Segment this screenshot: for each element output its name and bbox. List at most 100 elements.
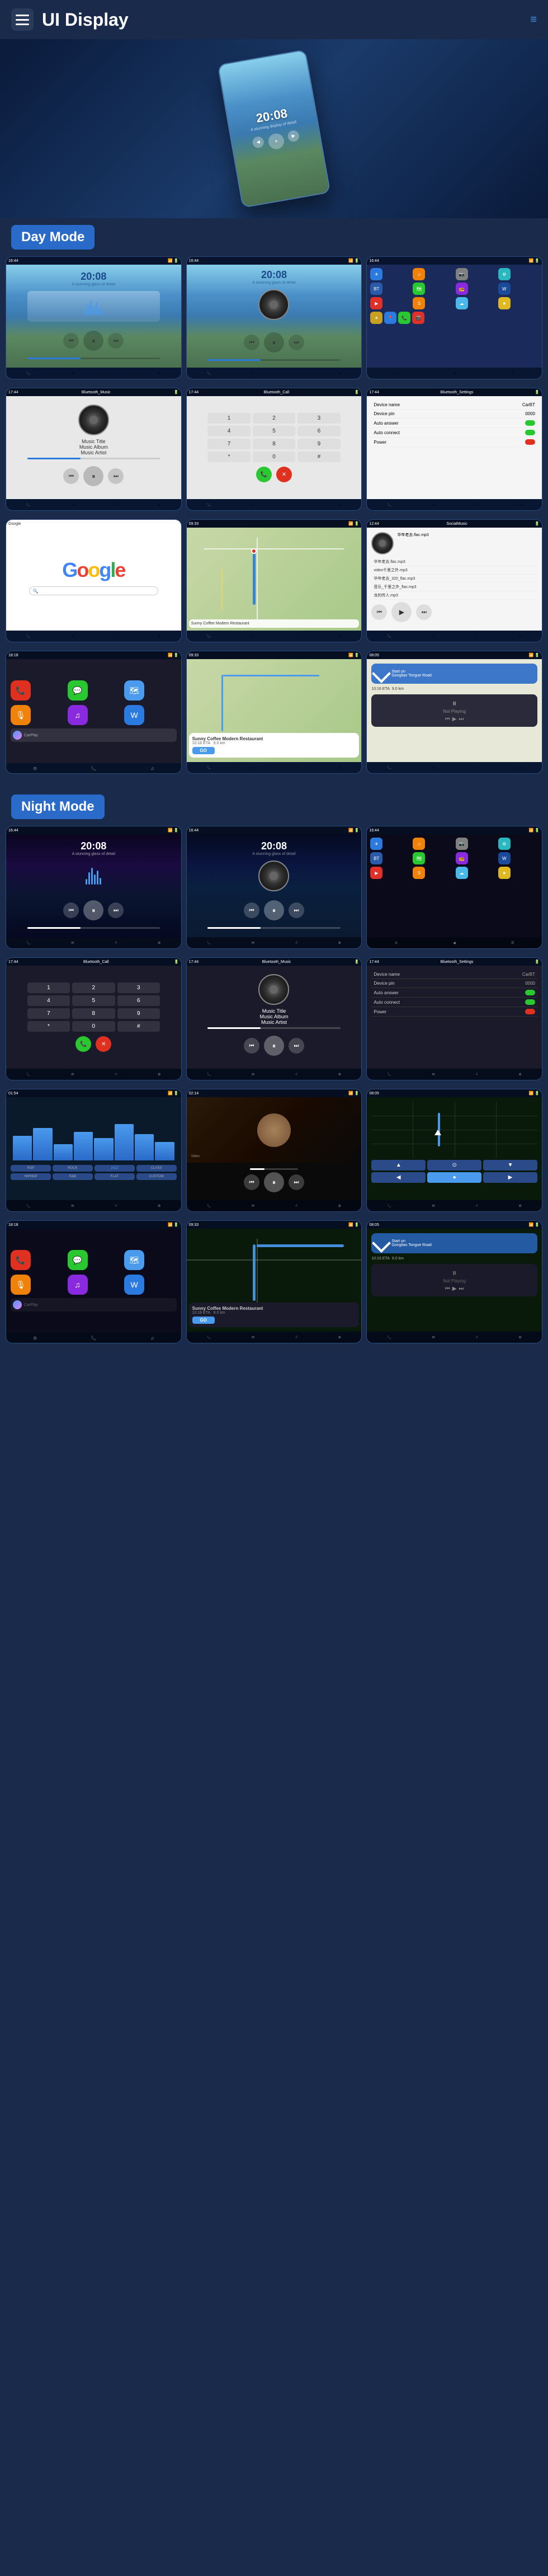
night-play-1[interactable]: ⏸ [83, 900, 103, 920]
bt-next[interactable]: ⏭ [108, 468, 124, 484]
night-eq-screen[interactable]: 01:54 📶 🔋 POP ROCK [6, 1089, 182, 1212]
night-app-youtube[interactable]: ▶ [370, 867, 382, 879]
dial-4[interactable]: 4 [207, 426, 250, 436]
night-bottom-1[interactable]: 📞 ✉ ♫ ⚙ [6, 937, 181, 948]
app-radio[interactable]: 📻 [456, 283, 468, 295]
night-nav-up[interactable]: ▲ [371, 1160, 426, 1171]
call-btn[interactable]: 📞 [256, 467, 272, 482]
eq-btn-5[interactable]: HIPHOP [11, 1173, 51, 1180]
night-ios-waze[interactable]: W [124, 1275, 144, 1295]
day-nav-screen[interactable]: 08:05 📶 🔋 Start on Gongliao Tongue Road … [366, 651, 542, 774]
dial-1[interactable]: 1 [207, 413, 250, 424]
nav-menu[interactable]: ☰ [511, 372, 514, 375]
night-app-waze[interactable]: W [498, 852, 511, 864]
night-nav-detail-screen[interactable]: 09:33 📶 🔋 Sunny Coffee Modern Restaurant… [186, 1220, 362, 1343]
eq-btn-1[interactable]: POP [11, 1165, 51, 1172]
nav-item-music-2[interactable]: ♫ [295, 372, 298, 375]
dial-3[interactable]: 3 [297, 413, 340, 424]
app-waze[interactable]: W [498, 283, 511, 295]
eq-bottom[interactable]: 📞 ✉ ♫ ⚙ [6, 1200, 181, 1211]
night-dial-star[interactable]: * [27, 1021, 70, 1032]
app-settings[interactable]: ⚙ [498, 268, 511, 280]
auto-answer-toggle[interactable] [525, 420, 535, 426]
carplay-now[interactable]: ♫ [150, 766, 154, 771]
night-app-telegram[interactable]: ✈ [370, 838, 382, 850]
social-prev[interactable]: ⏮ [371, 604, 387, 620]
nav-item-phone-2[interactable]: 📞 [207, 372, 211, 375]
night-nav-left[interactable]: ◀ [371, 1172, 426, 1183]
social-play[interactable]: ▶ [391, 602, 412, 622]
night-bottom-2[interactable]: 📞 ✉ ♫ ⚙ [187, 937, 362, 948]
bottom-nav-apps[interactable]: ⊙ ◀ ☰ [367, 368, 542, 379]
night-prev-1[interactable]: ⏮ [63, 902, 79, 918]
night-app-settings[interactable]: ⚙ [498, 838, 511, 850]
nav-item-settings-2[interactable]: ⚙ [338, 372, 341, 375]
carplay-home[interactable]: ⊙ [33, 766, 37, 771]
dial-2[interactable]: 2 [253, 413, 295, 424]
night-dial-3[interactable]: 3 [117, 983, 160, 993]
video-play[interactable]: ⏸ [264, 1172, 284, 1192]
dial-5[interactable]: 5 [253, 426, 295, 436]
app-telegram[interactable]: ✈ [370, 268, 382, 280]
bt-music-bottom[interactable]: 📞 ✉ ♫ ⚙ [6, 499, 181, 510]
nav-bottom[interactable]: 📞 ✉ ♫ ⚙ [367, 762, 542, 773]
night-call-btn[interactable]: 📞 [75, 1036, 91, 1052]
night-app-nav[interactable]: 🗺 [413, 852, 425, 864]
night-apps-screen[interactable]: 16:44 📶 🔋 ✈ ♫ 📷 ⚙ BT 🗺 📻 W ▶ S ☁ ★ [366, 826, 542, 949]
np-play[interactable]: ▶ [452, 716, 457, 722]
night-nav-map-screen[interactable]: 08:05 📶 🔋 Start on Gongliao Tongue Road … [366, 1220, 542, 1343]
video-prev[interactable]: ⏮ [244, 1174, 259, 1190]
day-music-screen-1[interactable]: 16:44 📶 🔋 20:08 A stunning glass of deta… [6, 256, 182, 379]
night-np-prev[interactable]: ⏮ [445, 1286, 450, 1292]
night-app-camera[interactable]: 📷 [456, 838, 468, 850]
night-power-toggle[interactable] [525, 1009, 535, 1014]
app-camera[interactable]: 📷 [456, 268, 468, 280]
night-ios-music[interactable]: ♫ [68, 1275, 88, 1295]
night-video-screen[interactable]: 02:14 📶 🔋 Video ⏮ ⏸ ⏭ [186, 1089, 362, 1212]
night-nav-detail-bottom[interactable]: 📞 ✉ ♫ ⚙ [187, 1332, 362, 1343]
ios-waze[interactable]: W [124, 705, 144, 725]
night-auto-answer-toggle[interactable] [525, 990, 535, 995]
night-app-weather[interactable]: ☁ [456, 867, 468, 879]
bottom-nav-2[interactable]: 📞 ✉ ♫ ⚙ [187, 368, 362, 379]
app-maps[interactable]: 📍 [384, 312, 396, 324]
night-bt-music-screen[interactable]: 17:44 Bluetooth_Music 🔋 Music Title Musi… [186, 957, 362, 1080]
google-bottom[interactable]: 📞 ✉ ♫ ⚙ [6, 631, 181, 642]
hero-play-btn[interactable]: ⏸ [267, 132, 285, 150]
night-prev-2[interactable]: ⏮ [244, 902, 259, 918]
ios-messages[interactable]: 💬 [68, 680, 88, 701]
dial-9[interactable]: 9 [297, 439, 340, 449]
night-bt-settings-bottom[interactable]: 📞 ✉ ♫ ⚙ [367, 1069, 542, 1080]
night-ios-maps[interactable]: 🗺 [124, 1250, 144, 1270]
ios-maps[interactable]: 🗺 [124, 680, 144, 701]
night-auto-connect-toggle[interactable] [525, 999, 535, 1005]
np-prev[interactable]: ⏮ [445, 716, 450, 722]
night-dial-5[interactable]: 5 [72, 995, 115, 1006]
app-extra[interactable]: ★ [498, 297, 511, 309]
settings-power[interactable]: Power [371, 438, 537, 447]
dial-8[interactable]: 8 [253, 439, 295, 449]
settings-auto-answer[interactable]: Auto answer [371, 419, 537, 428]
app-media[interactable]: 🎬 [412, 312, 424, 324]
day-social-music-screen[interactable]: 12:44 SocialMusic 🔋 华年老去.flac.mp3 华年老去.f… [366, 519, 542, 642]
nav-item-phone[interactable]: 📞 [26, 372, 30, 375]
night-nav-center[interactable]: ● [427, 1172, 481, 1183]
night-bt-music-bottom[interactable]: 📞 ✉ ♫ ⚙ [187, 1069, 362, 1080]
ios-music[interactable]: ♫ [68, 705, 88, 725]
play-btn[interactable]: ⏸ [83, 331, 103, 351]
bt-settings-bottom[interactable]: 📞 ✉ ♫ ⚙ [367, 499, 542, 510]
social-next[interactable]: ⏭ [416, 604, 432, 620]
dial-hash[interactable]: # [297, 452, 340, 462]
prev-btn-2[interactable]: ⏮ [244, 335, 259, 350]
night-nav-right[interactable]: ▶ [483, 1172, 537, 1183]
day-map-screen[interactable]: 09:33 📶 🔋 Sunny Coffee Modern Restaurant [186, 519, 362, 642]
night-next-1[interactable]: ⏭ [108, 902, 124, 918]
night-app-music[interactable]: ♫ [413, 838, 425, 850]
eq-btn-3[interactable]: JAZZ [95, 1165, 135, 1172]
app-spotify[interactable]: S [413, 297, 425, 309]
night-bt-prev[interactable]: ⏮ [244, 1038, 259, 1054]
app-bt[interactable]: BT [370, 283, 382, 295]
night-carplay-screen[interactable]: 18:18 📶 🔋 📞 💬 🗺 🎙 ♫ W CarPlay ⊙ [6, 1220, 182, 1343]
nav-item-music[interactable]: ♫ [115, 372, 117, 375]
night-np-play[interactable]: ▶ [452, 1286, 457, 1292]
